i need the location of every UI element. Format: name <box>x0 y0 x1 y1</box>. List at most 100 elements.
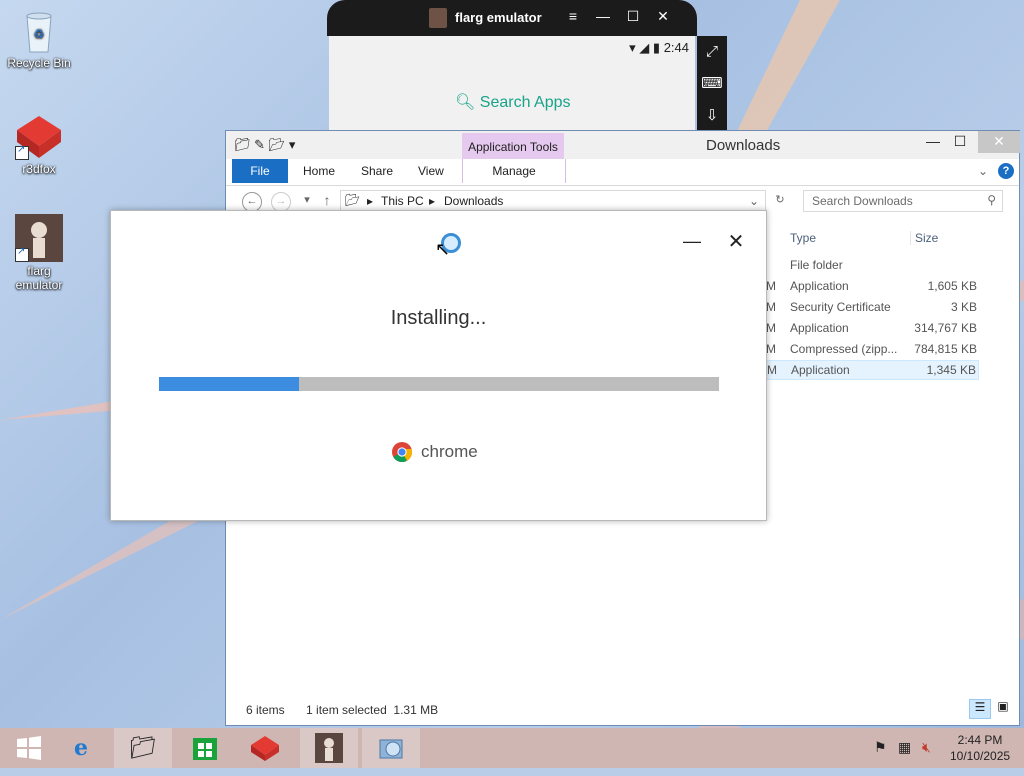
installer-taskbar-icon[interactable] <box>362 728 420 768</box>
tab-view[interactable]: View <box>418 164 444 178</box>
wifi-icon: ▾ <box>629 40 636 55</box>
network-icon[interactable]: ▦ <box>898 739 911 756</box>
close-button[interactable]: ✕ <box>978 131 1020 153</box>
ribbon-tabs: File Home Share View Manage ⌄ ? <box>226 159 1019 186</box>
chevron-down-icon[interactable]: ⌄ <box>749 194 759 208</box>
r3dfox-icon <box>15 112 63 160</box>
column-headers: Type Size <box>766 227 996 247</box>
breadcrumb-separator-icon: ▸ <box>367 194 374 208</box>
chrome-installer-dialog: ↖ — ✕ Installing... chrome <box>110 210 767 521</box>
up-button[interactable]: ↑ <box>318 192 336 210</box>
installing-text: Installing... <box>390 307 487 329</box>
table-row[interactable]: M Application 314,767 KB <box>766 318 979 338</box>
refresh-button[interactable]: ↻ <box>771 192 789 210</box>
clock-time: 2:44 PM <box>957 733 1003 747</box>
properties-icon[interactable]: ✎ <box>254 137 265 152</box>
cell-type: Application <box>790 279 849 293</box>
chrome-logo-icon <box>392 442 413 463</box>
svg-text:♻: ♻ <box>34 27 45 41</box>
emulator-titlebar[interactable]: flarg emulator ≡ — ☐ ✕ <box>327 0 697 36</box>
internet-explorer-icon[interactable]: e <box>52 728 110 768</box>
windows-logo-icon <box>17 736 41 760</box>
column-size[interactable]: Size <box>910 231 938 245</box>
cell-size: 1,345 KB <box>926 363 976 377</box>
chevron-down-icon[interactable]: ▾ <box>289 137 296 152</box>
table-row[interactable]: M Security Certificate 3 KB <box>766 297 979 317</box>
keyboard-icon[interactable]: ⌨ <box>697 68 727 100</box>
cell-size: 314,767 KB <box>914 321 977 335</box>
mouse-cursor-icon: ↖ <box>435 239 451 259</box>
large-icons-view-icon[interactable]: ▣ <box>993 699 1013 717</box>
fullscreen-icon[interactable]: ⤢ <box>697 36 727 68</box>
status-item-count: 6 items <box>246 703 285 717</box>
chrome-brand-text: chrome <box>421 442 478 461</box>
application-tools-context: Application Tools <box>462 133 564 161</box>
column-type[interactable]: Type <box>790 231 816 245</box>
address-bar[interactable]: 📂︎ ▸ This PC ▸ Downloads ⌄ <box>340 190 766 212</box>
status-time: 2:44 <box>663 40 689 55</box>
table-row-selected[interactable]: M Application 1,345 KB <box>766 360 979 380</box>
apk-install-icon[interactable]: ⇩ <box>697 100 727 132</box>
table-row[interactable]: File folder <box>766 255 979 275</box>
details-view-icon[interactable]: ☰ <box>969 699 991 719</box>
search-apps-button[interactable]: 🔍︎ Search Apps <box>455 92 571 112</box>
cell-type: Compressed (zipp... <box>790 342 898 356</box>
battery-icon: ▮ <box>652 40 661 55</box>
explorer-titlebar[interactable]: 📁︎ ✎ 📂︎ ▾ Application Tools Downloads — … <box>226 131 1020 161</box>
tab-manage[interactable]: Manage <box>462 159 566 183</box>
desktop-icon-label: flarg emulator <box>15 264 63 292</box>
cell-type: Application <box>790 321 849 335</box>
installer-close-button[interactable]: ✕ <box>725 229 747 254</box>
emulator-side-toolbar: ⤢ ⌨ ⇩ <box>697 36 727 130</box>
desktop-icon-r3dfox[interactable]: r3dfox <box>3 112 75 176</box>
cell-truncated: M <box>767 363 777 377</box>
search-placeholder: Search Downloads <box>812 194 913 208</box>
tab-file[interactable]: File <box>232 159 288 183</box>
maximize-icon[interactable]: ☐ <box>623 8 643 25</box>
signal-icon: ◢ <box>639 40 650 55</box>
emulator-screen[interactable]: ▾ ◢ ▮ 2:44 🔍︎ Search Apps <box>329 36 695 130</box>
forward-button[interactable]: → <box>271 192 291 212</box>
shortcut-arrow-icon <box>15 246 29 262</box>
store-icon[interactable] <box>176 728 234 768</box>
back-button[interactable]: ← <box>242 192 262 212</box>
tab-share[interactable]: Share <box>361 164 393 178</box>
desktop-icon-recycle-bin[interactable]: ♻ Recycle Bin <box>3 6 75 70</box>
volume-muted-icon[interactable]: 🔇︎ <box>922 739 931 756</box>
action-center-flag-icon[interactable]: ⚑ <box>874 739 887 756</box>
system-clock[interactable]: 2:44 PM 10/10/2025 <box>950 732 1010 764</box>
expand-ribbon-icon[interactable]: ⌄ <box>978 164 988 178</box>
cell-type: File folder <box>790 258 843 272</box>
table-row[interactable]: M Application 1,605 KB <box>766 276 979 296</box>
installer-minimize-button[interactable]: — <box>683 231 701 252</box>
menu-icon[interactable]: ≡ <box>563 8 583 24</box>
search-input[interactable]: Search Downloads ⚲ <box>803 190 1003 212</box>
cell-size: 1,605 KB <box>927 279 977 293</box>
file-explorer-taskbar-icon[interactable]: 📁︎ <box>114 728 172 768</box>
flarg-emulator-taskbar-icon[interactable] <box>300 728 358 768</box>
help-icon[interactable]: ? <box>998 163 1014 179</box>
flarg-emulator-icon <box>15 214 63 262</box>
folder-icon[interactable]: 📁︎ <box>234 137 251 152</box>
recent-locations-icon[interactable]: ▾ <box>298 192 316 210</box>
taskbar: e 📁︎ ⚑ ▦ 🔇︎ 2:44 PM 10/10/2025 <box>0 728 1024 768</box>
close-icon[interactable]: ✕ <box>653 8 673 25</box>
minimize-icon[interactable]: — <box>593 8 613 24</box>
new-folder-icon[interactable]: 📂︎ <box>269 137 286 152</box>
breadcrumb-this-pc[interactable]: This PC <box>381 194 424 208</box>
search-icon: 🔍︎ <box>455 94 476 111</box>
start-button[interactable] <box>0 728 58 768</box>
table-row[interactable]: M Compressed (zipp... 784,815 KB <box>766 339 979 359</box>
desktop-icon-flarg-emulator[interactable]: flarg emulator <box>3 214 75 292</box>
install-progress-bar <box>159 377 719 391</box>
maximize-button[interactable]: ☐ <box>941 131 979 153</box>
android-status-bar: ▾ ◢ ▮ 2:44 <box>629 40 689 56</box>
clock-date: 10/10/2025 <box>950 749 1011 763</box>
cell-type: Security Certificate <box>790 300 891 314</box>
tab-home[interactable]: Home <box>303 164 335 178</box>
emulator-avatar-icon <box>429 8 447 28</box>
quick-access-toolbar: 📁︎ ✎ 📂︎ ▾ <box>234 137 295 153</box>
breadcrumb-downloads[interactable]: Downloads <box>444 194 503 208</box>
search-icon: ⚲ <box>987 193 996 207</box>
r3dfox-taskbar-icon[interactable] <box>236 728 294 768</box>
